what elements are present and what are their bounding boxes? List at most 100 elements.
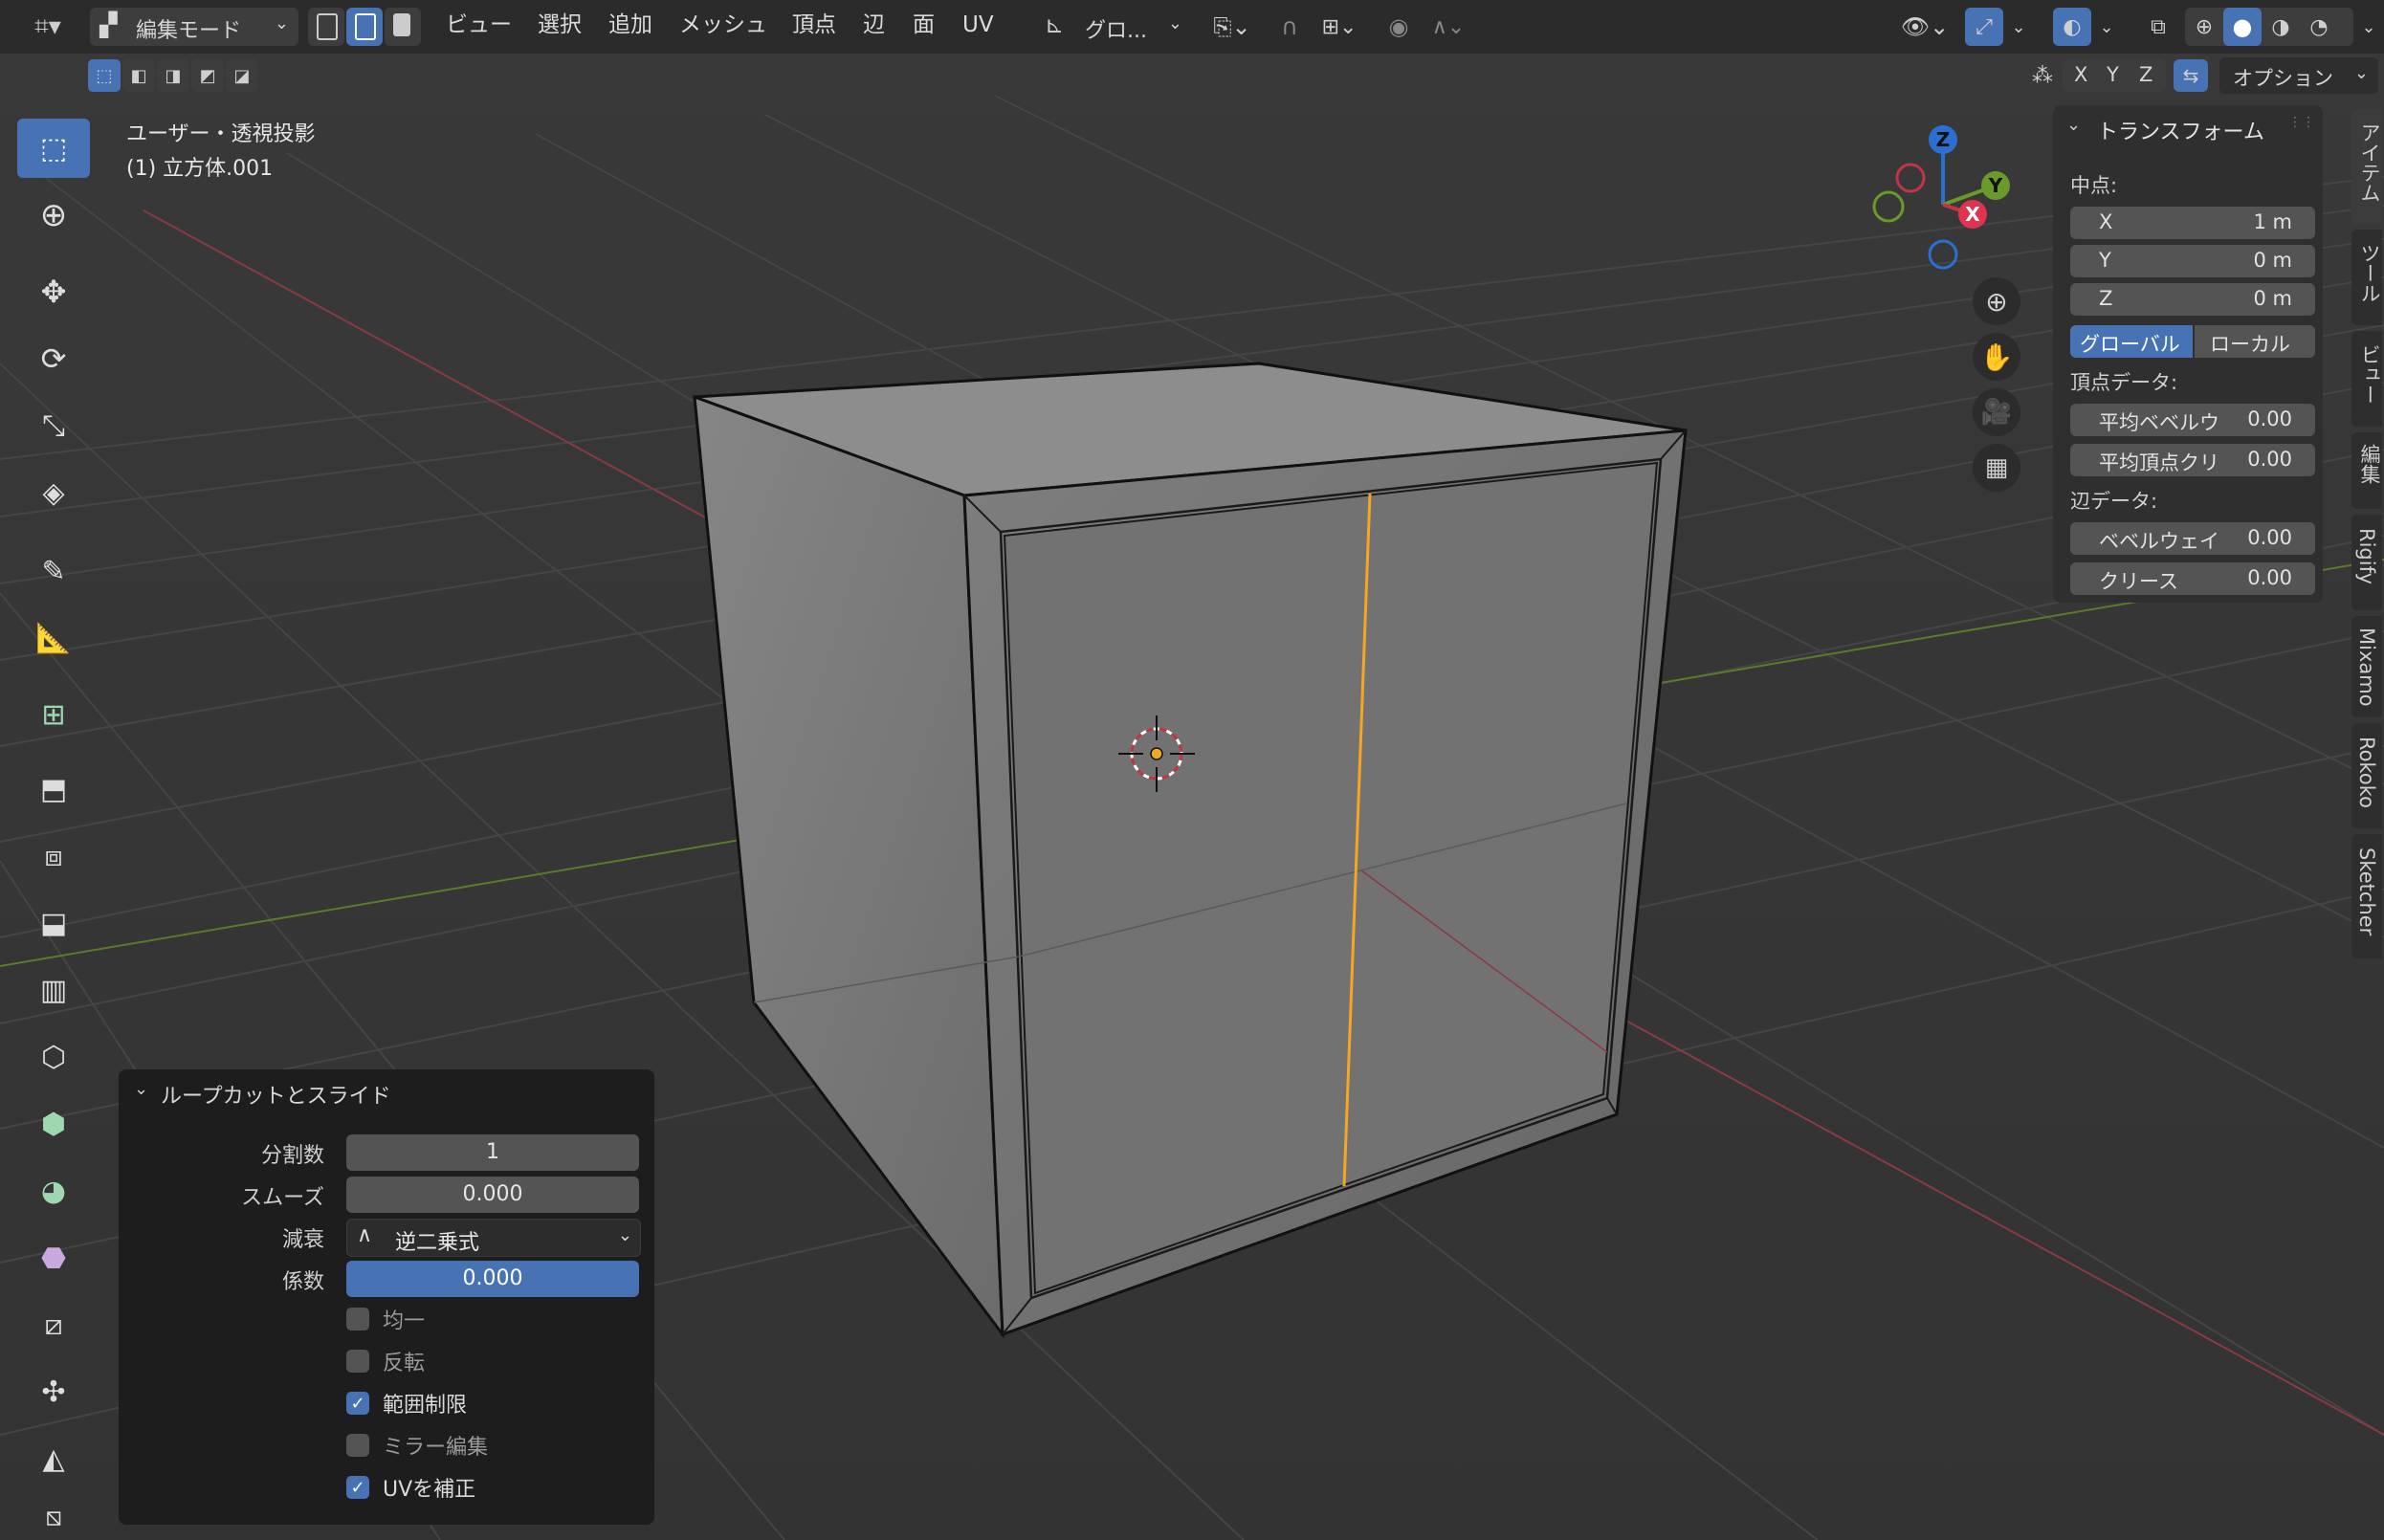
- visibility-icon[interactable]: 👁⌄: [1896, 8, 1954, 46]
- clamp-checkbox[interactable]: ✓: [346, 1392, 369, 1415]
- mirror-y-toggle[interactable]: Y: [2107, 63, 2119, 86]
- mirror-x-toggle[interactable]: X: [2074, 63, 2087, 86]
- factor-field[interactable]: 0.000: [346, 1261, 639, 1297]
- clamp-checkbox-row[interactable]: ✓ 範囲制限: [346, 1389, 467, 1418]
- cuts-field[interactable]: 1: [346, 1134, 639, 1171]
- tool-spin[interactable]: ◕: [17, 1161, 90, 1221]
- mean-bevel-weight-field[interactable]: 平均ベベルウ 0.00: [2070, 404, 2315, 436]
- solid-shading-icon[interactable]: ●: [2223, 8, 2262, 46]
- pivot-point-icon[interactable]: ⎘⌄: [1202, 8, 1263, 46]
- correct-uv-checkbox-row[interactable]: ✓ UVを補正: [346, 1473, 475, 1502]
- zoom-icon[interactable]: ⊕: [1973, 277, 2020, 325]
- edge-select-button[interactable]: [346, 8, 383, 46]
- global-toggle[interactable]: グローバル: [2070, 325, 2193, 358]
- tool-rotate[interactable]: ⟳: [17, 329, 90, 388]
- drag-handle-icon[interactable]: ⋮⋮: [2288, 115, 2315, 130]
- median-x-field[interactable]: X 1 m: [2070, 207, 2315, 239]
- tool-knife[interactable]: ⬡: [17, 1027, 90, 1087]
- menu-uv[interactable]: UV: [962, 10, 994, 40]
- tool-edge-slide[interactable]: ⧄: [17, 1295, 90, 1354]
- tool-smooth[interactable]: ⬣: [17, 1228, 90, 1287]
- tool-rip[interactable]: ⧅: [17, 1496, 90, 1538]
- tab-tool[interactable]: ツール: [2351, 230, 2382, 325]
- falloff-dropdown[interactable]: ∧ 逆二乗式 ⌄: [346, 1219, 641, 1257]
- even-checkbox[interactable]: [346, 1308, 369, 1331]
- tool-transform[interactable]: ◈: [17, 463, 90, 522]
- menu-face[interactable]: 面: [913, 10, 935, 40]
- falloff-curve-icon[interactable]: ∧⌄: [1420, 8, 1477, 46]
- tab-rokoko[interactable]: Rokoko: [2351, 723, 2382, 828]
- rendered-shading-icon[interactable]: ◔: [2300, 8, 2338, 46]
- tab-rigify[interactable]: Rigify: [2351, 515, 2382, 610]
- crease-field[interactable]: クリース 0.00: [2070, 562, 2315, 595]
- select-invert-icon[interactable]: ◩: [191, 59, 224, 92]
- overlay-toggle-icon[interactable]: ◐: [2053, 8, 2091, 46]
- tab-view[interactable]: ビュー: [2351, 331, 2382, 427]
- tool-shrink-fatten[interactable]: ✣: [17, 1362, 90, 1421]
- select-subtract-icon[interactable]: ◨: [157, 59, 189, 92]
- bevel-weight-field[interactable]: ベベルウェイ 0.00: [2070, 522, 2315, 555]
- tab-sketcher[interactable]: Sketcher: [2351, 834, 2382, 958]
- tool-shear[interactable]: ◭: [17, 1429, 90, 1488]
- chevron-down-icon[interactable]: ⌄: [2355, 8, 2382, 46]
- auto-merge-icon[interactable]: ⇆: [2174, 59, 2208, 92]
- wireframe-shading-icon[interactable]: ⊕: [2185, 8, 2223, 46]
- snap-target-icon[interactable]: ⊞⌄: [1311, 8, 1368, 46]
- tool-extrude[interactable]: ⬒: [17, 759, 90, 819]
- tool-cursor[interactable]: ⊕: [17, 186, 90, 245]
- snap-icon[interactable]: ∩: [1270, 8, 1309, 46]
- tool-inset[interactable]: ⧈: [17, 826, 90, 886]
- tool-bevel[interactable]: ⬓: [17, 893, 90, 953]
- tool-move[interactable]: ✥: [17, 262, 90, 321]
- menu-view[interactable]: ビュー: [446, 10, 512, 40]
- select-extend-icon[interactable]: ◧: [122, 59, 155, 92]
- local-toggle[interactable]: ローカル: [2195, 325, 2315, 358]
- tab-edit[interactable]: 編集: [2351, 432, 2382, 509]
- tool-select-box[interactable]: ⬚: [17, 119, 90, 178]
- tool-annotate[interactable]: ✎: [17, 541, 90, 601]
- chevron-down-icon[interactable]: ⌄: [2005, 8, 2032, 46]
- material-shading-icon[interactable]: ◑: [2262, 8, 2300, 46]
- tool-scale[interactable]: ⤡: [17, 396, 90, 455]
- transform-orientation-dropdown[interactable]: ⊾ グロ... ⌄: [1039, 8, 1188, 46]
- gizmo-toggle-icon[interactable]: ⤢: [1965, 8, 2003, 46]
- mean-vertex-crease-field[interactable]: 平均頂点クリ 0.00: [2070, 444, 2315, 476]
- chevron-down-icon[interactable]: ⌄: [134, 1079, 148, 1099]
- menu-edge[interactable]: 辺: [863, 10, 885, 40]
- menu-vertex[interactable]: 頂点: [792, 10, 836, 40]
- select-intersect-icon[interactable]: ◪: [226, 59, 258, 92]
- smooth-field[interactable]: 0.000: [346, 1177, 639, 1213]
- options-dropdown[interactable]: オプション ⌄: [2219, 57, 2378, 94]
- tool-poly-build[interactable]: ⬢: [17, 1094, 90, 1154]
- correct-uv-checkbox[interactable]: ✓: [346, 1476, 369, 1499]
- proportional-edit-icon[interactable]: ◉: [1380, 8, 1418, 46]
- flip-checkbox[interactable]: [346, 1350, 369, 1373]
- navigation-gizmo[interactable]: Z Y X: [1856, 119, 2019, 281]
- tool-loop-cut[interactable]: ▥: [17, 960, 90, 1020]
- select-new-icon[interactable]: ⬚: [88, 59, 121, 92]
- tab-mixamo[interactable]: Mixamo: [2351, 616, 2382, 717]
- menu-mesh[interactable]: メッシュ: [679, 10, 767, 40]
- menu-add[interactable]: 追加: [608, 10, 652, 40]
- mirror-checkbox[interactable]: [346, 1434, 369, 1457]
- median-y-field[interactable]: Y 0 m: [2070, 245, 2315, 277]
- xray-toggle-icon[interactable]: ⧉: [2139, 8, 2177, 46]
- face-select-button[interactable]: [385, 8, 421, 46]
- median-z-field[interactable]: Z 0 m: [2070, 283, 2315, 316]
- camera-icon[interactable]: 🎥: [1973, 388, 2020, 436]
- tab-item[interactable]: アイテム: [2351, 109, 2382, 224]
- mirror-z-toggle[interactable]: Z: [2139, 63, 2152, 86]
- grid-perspective-icon[interactable]: ▦: [1973, 444, 2020, 492]
- mode-selector[interactable]: ▞ 編集モード ⌄: [90, 8, 298, 46]
- vertex-select-button[interactable]: [308, 8, 344, 46]
- even-checkbox-row[interactable]: 均一: [346, 1305, 425, 1333]
- flip-checkbox-row[interactable]: 反転: [346, 1347, 425, 1375]
- mirror-icon[interactable]: ⁂: [2026, 59, 2059, 92]
- chevron-down-icon[interactable]: ⌄: [2066, 115, 2081, 135]
- chevron-down-icon[interactable]: ⌄: [2093, 8, 2120, 46]
- tool-add-cube[interactable]: ⊞: [17, 685, 90, 744]
- tool-measure[interactable]: 📐: [17, 608, 90, 668]
- mirror-checkbox-row[interactable]: ミラー編集: [346, 1431, 488, 1460]
- menu-select[interactable]: 選択: [538, 10, 582, 40]
- editor-type-icon[interactable]: ⌗▾: [21, 8, 75, 46]
